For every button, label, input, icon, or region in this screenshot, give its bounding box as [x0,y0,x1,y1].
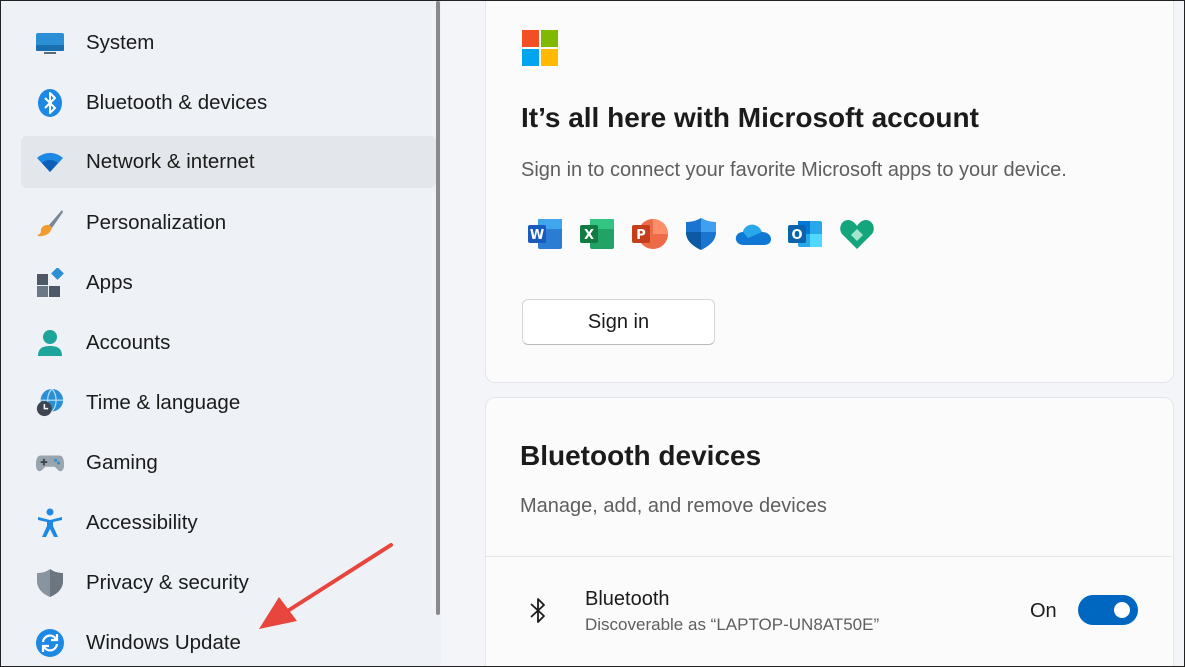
person-icon [35,328,65,358]
sidebar-item-accounts[interactable]: Accounts [21,317,436,369]
bluetooth-devices-title: Bluetooth devices [520,440,762,471]
sidebar-item-label: Apps [86,271,133,294]
sidebar-item-personalization[interactable]: Personalization [21,197,436,249]
sidebar-item-accessibility[interactable]: Accessibility [21,497,436,549]
shield-icon [35,568,65,598]
sidebar-item-windows-update[interactable]: Windows Update [21,617,436,666]
apps-icon [35,268,65,298]
sidebar-item-label: System [86,31,155,54]
monitor-icon [35,28,65,58]
sidebar-item-gaming[interactable]: Gaming [21,437,436,489]
sidebar-item-bluetooth-devices[interactable]: Bluetooth & devices [21,77,436,129]
sidebar-item-label: Gaming [86,451,158,474]
microsoft-apps-row: W X P O [525,215,889,253]
excel-icon: X [577,215,617,253]
settings-window: System Bluetooth & devices Network & int… [0,0,1185,667]
divider [486,556,1172,557]
refresh-icon [35,628,65,658]
family-safety-icon [837,215,877,253]
svg-text:O: O [791,228,802,243]
word-icon: W [525,215,565,253]
sidebar-item-label: Bluetooth & devices [86,91,268,114]
gamepad-icon [35,448,65,478]
svg-text:P: P [636,228,646,243]
svg-text:X: X [584,228,594,243]
microsoft-account-title: It’s all here with Microsoft account [521,102,979,133]
sidebar: System Bluetooth & devices Network & int… [1,1,441,666]
sidebar-item-label: Accounts [86,331,171,354]
onedrive-icon [733,215,773,253]
sidebar-scrollbar[interactable] [436,1,440,615]
sidebar-item-privacy-security[interactable]: Privacy & security [21,557,436,609]
toggle-knob [1114,602,1130,618]
powerpoint-icon: P [629,215,669,253]
microsoft-account-subtitle: Sign in to connect your favorite Microso… [521,159,1067,181]
bluetooth-icon [35,88,65,118]
paintbrush-icon [35,208,65,238]
bluetooth-row-title: Bluetooth [585,588,670,610]
sidebar-item-label: Time & language [86,391,241,414]
sidebar-item-time-language[interactable]: Time & language [21,377,436,429]
microsoft-logo-icon [522,30,558,71]
sidebar-item-network-internet[interactable]: Network & internet [21,136,436,188]
sidebar-item-label: Windows Update [86,631,241,654]
svg-text:W: W [530,228,544,243]
sidebar-item-apps[interactable]: Apps [21,257,436,309]
outlook-icon: O [785,215,825,253]
defender-icon [681,215,721,253]
sidebar-item-label: Privacy & security [86,571,249,594]
sidebar-item-label: Personalization [86,211,227,234]
globe-clock-icon [35,388,65,418]
sign-in-button[interactable]: Sign in [522,299,715,345]
toggle-state-label: On [1030,600,1057,622]
sidebar-item-label: Network & internet [86,150,255,173]
main-content: It’s all here with Microsoft account Sig… [441,1,1184,666]
sidebar-item-label: Accessibility [86,511,198,534]
sidebar-item-system[interactable]: System [21,17,436,69]
bluetooth-icon [528,596,548,631]
bluetooth-toggle[interactable] [1078,595,1138,625]
bluetooth-devices-subtitle: Manage, add, and remove devices [520,495,827,517]
wifi-icon [35,147,65,177]
accessibility-icon [35,508,65,538]
bluetooth-row-subtitle: Discoverable as “LAPTOP-UN8AT50E” [585,615,880,634]
